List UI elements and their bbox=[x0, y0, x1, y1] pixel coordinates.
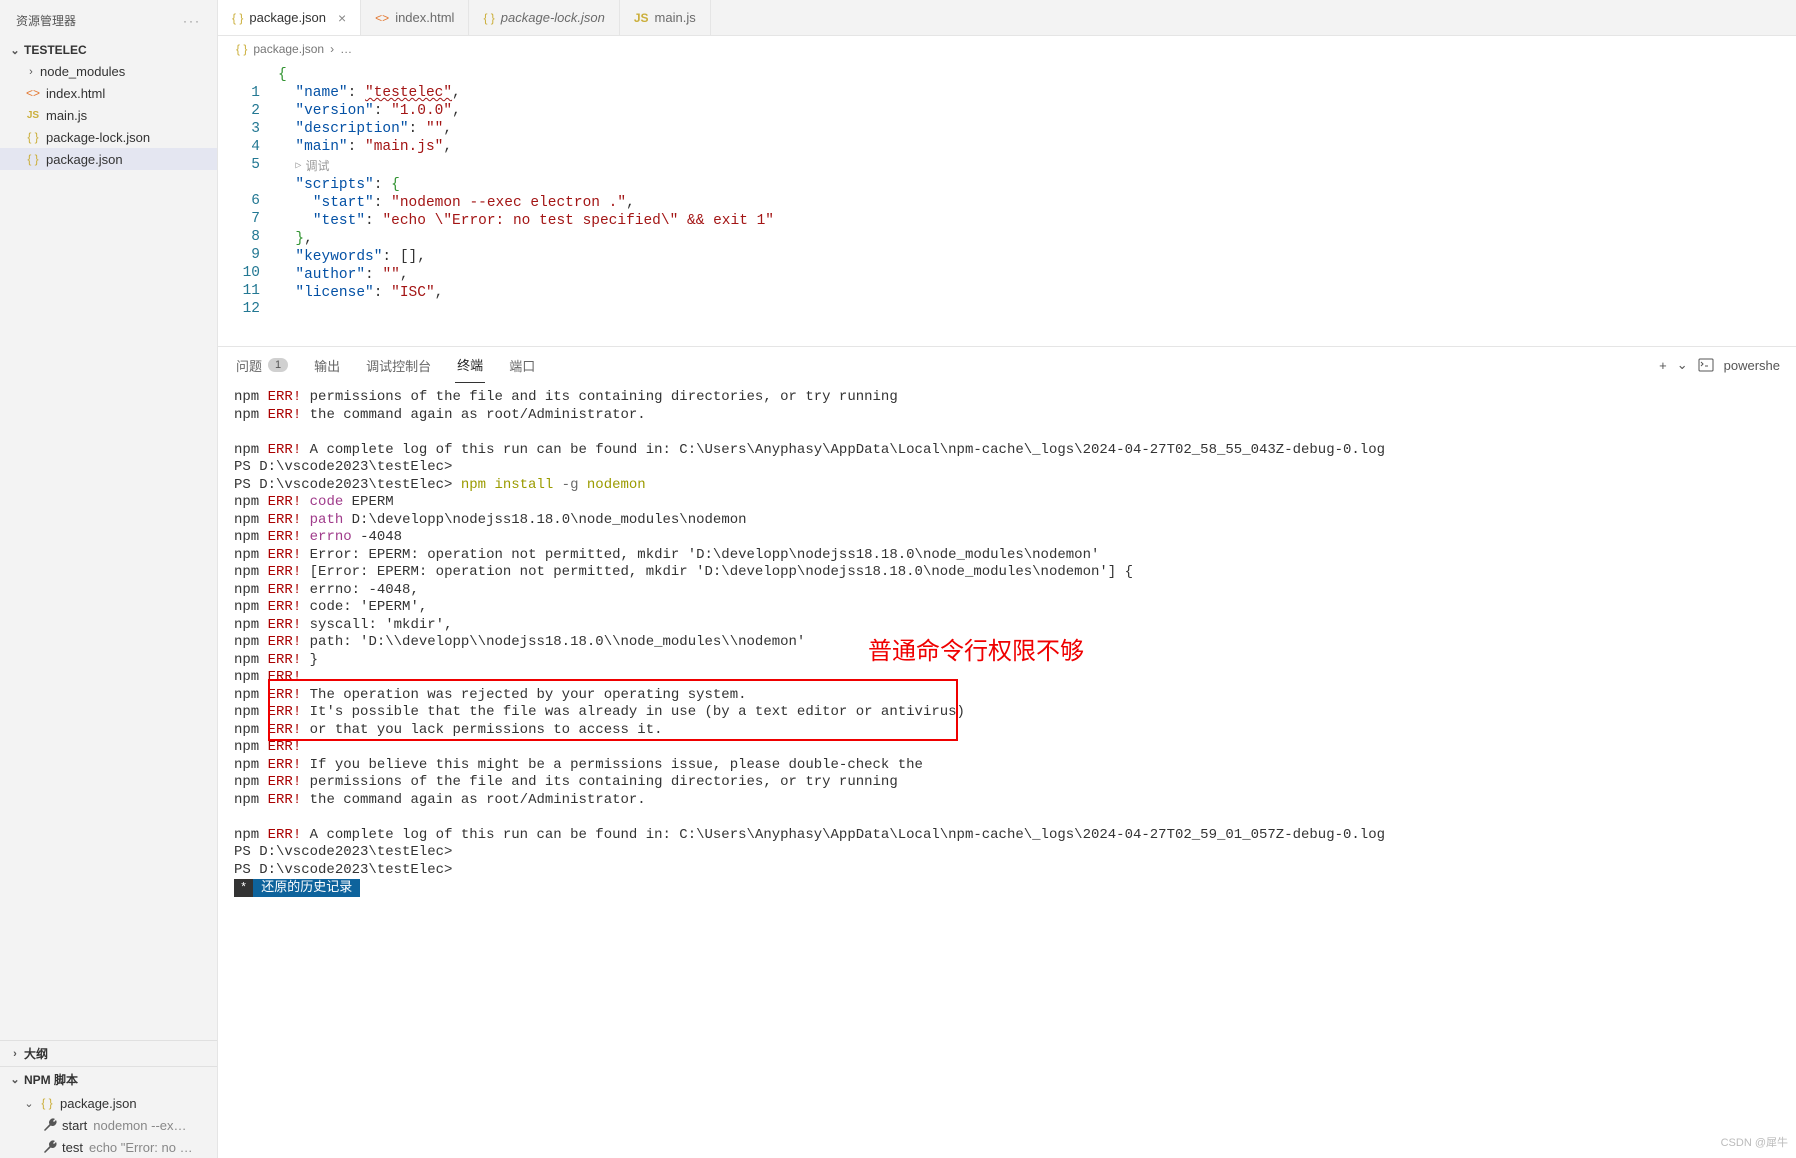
script-name: test bbox=[62, 1140, 83, 1155]
npm-scripts-tree: ⌄ { } package.json start nodemon --ex… t… bbox=[0, 1092, 217, 1158]
json-icon: { } bbox=[24, 151, 42, 167]
file-main-js[interactable]: JS main.js bbox=[0, 104, 217, 126]
chevron-right-icon: › bbox=[8, 1048, 22, 1060]
tab-package-lock[interactable]: { } package-lock.json bbox=[469, 0, 619, 35]
file-package-lock[interactable]: { } package-lock.json bbox=[0, 126, 217, 148]
breadcrumb[interactable]: { } package.json › … bbox=[218, 36, 1796, 62]
npm-scripts-section[interactable]: ⌄ NPM 脚本 bbox=[0, 1066, 217, 1092]
chevron-down-icon: ⌄ bbox=[22, 1097, 36, 1110]
code-editor[interactable]: 1 2 3 4 5 6 7 8 9 10 11 12 { "name": "te… bbox=[218, 62, 1796, 346]
code-body[interactable]: { "name": "testelec", "version": "1.0.0"… bbox=[278, 66, 1796, 336]
file-package-json[interactable]: { } package.json bbox=[0, 148, 217, 170]
file-label: index.html bbox=[46, 86, 105, 101]
restore-history-badge[interactable]: *还原的历史记录 bbox=[234, 879, 360, 897]
npm-script-start[interactable]: start nodemon --ex… bbox=[0, 1114, 217, 1136]
json-icon: { } bbox=[236, 42, 247, 56]
file-tree: › node_modules <> index.html JS main.js … bbox=[0, 61, 217, 170]
terminal-toolbar: + ⌄ powershe bbox=[1659, 357, 1780, 373]
file-label: node_modules bbox=[40, 64, 125, 79]
codelens-debug[interactable]: ▷调试 bbox=[295, 158, 329, 176]
terminal-icon[interactable] bbox=[1698, 357, 1714, 373]
script-name: start bbox=[62, 1118, 87, 1133]
annotation-text: 普通命令行权限不够 bbox=[868, 643, 1084, 661]
wrench-icon bbox=[42, 1117, 58, 1133]
file-label: main.js bbox=[46, 108, 87, 123]
tab-label: package.json bbox=[249, 10, 326, 25]
explorer-header: 资源管理器 ··· bbox=[0, 0, 217, 39]
new-terminal-icon[interactable]: + bbox=[1659, 358, 1667, 373]
project-title-row[interactable]: ⌄ TESTELEC bbox=[0, 39, 217, 61]
html-icon: <> bbox=[24, 85, 42, 101]
json-icon: { } bbox=[24, 129, 42, 145]
play-icon: ▷ bbox=[295, 158, 301, 176]
chevron-down-icon: ⌄ bbox=[8, 44, 22, 57]
line-gutter: 1 2 3 4 5 6 7 8 9 10 11 12 bbox=[218, 66, 278, 336]
watermark: CSDN @犀牛 bbox=[1721, 1135, 1788, 1153]
json-icon: { } bbox=[483, 11, 494, 25]
explorer-label: 资源管理器 bbox=[16, 12, 76, 29]
wrench-icon bbox=[42, 1139, 58, 1155]
problems-badge: 1 bbox=[268, 358, 288, 372]
panel-tab-debug[interactable]: 调试控制台 bbox=[364, 347, 433, 383]
bottom-panel: 问题 1 输出 调试控制台 终端 端口 + ⌄ powershe npm ERR… bbox=[218, 346, 1796, 1158]
main: { } package.json × <> index.html { } pac… bbox=[218, 0, 1796, 1158]
js-icon: JS bbox=[634, 11, 649, 25]
npm-script-test[interactable]: test echo "Error: no … bbox=[0, 1136, 217, 1158]
editor-tabs: { } package.json × <> index.html { } pac… bbox=[218, 0, 1796, 36]
panel-tab-terminal[interactable]: 终端 bbox=[455, 347, 485, 383]
file-index-html[interactable]: <> index.html bbox=[0, 82, 217, 104]
panel-tab-ports[interactable]: 端口 bbox=[507, 347, 537, 383]
tab-index-html[interactable]: <> index.html bbox=[361, 0, 469, 35]
breadcrumb-file: package.json bbox=[253, 42, 324, 56]
tab-main-js[interactable]: JS main.js bbox=[620, 0, 711, 35]
json-icon: { } bbox=[232, 11, 243, 25]
annotation-box bbox=[268, 679, 958, 741]
panel-tabs: 问题 1 输出 调试控制台 终端 端口 + ⌄ powershe bbox=[218, 347, 1796, 383]
npm-package-row[interactable]: ⌄ { } package.json bbox=[0, 1092, 217, 1114]
panel-tab-output[interactable]: 输出 bbox=[312, 347, 342, 383]
breadcrumb-more: … bbox=[340, 42, 352, 56]
tab-label: main.js bbox=[655, 10, 696, 25]
close-icon[interactable]: × bbox=[338, 10, 346, 26]
breadcrumb-sep: › bbox=[330, 42, 334, 56]
json-icon: { } bbox=[38, 1095, 56, 1111]
tab-label: package-lock.json bbox=[501, 10, 605, 25]
sidebar: 资源管理器 ··· ⌄ TESTELEC › node_modules <> i… bbox=[0, 0, 218, 1158]
shell-name[interactable]: powershe bbox=[1724, 358, 1780, 373]
html-icon: <> bbox=[375, 11, 389, 25]
terminal-output[interactable]: npm ERR! permissions of the file and its… bbox=[218, 383, 1796, 1158]
chevron-down-icon: ⌄ bbox=[8, 1073, 22, 1086]
outline-label: 大纲 bbox=[24, 1045, 48, 1062]
project-name: TESTELEC bbox=[24, 43, 87, 57]
file-label: package-lock.json bbox=[46, 130, 150, 145]
outline-section[interactable]: › 大纲 bbox=[0, 1040, 217, 1066]
npm-pkg-name: package.json bbox=[60, 1096, 137, 1111]
file-label: package.json bbox=[46, 152, 123, 167]
npm-label: NPM 脚本 bbox=[24, 1071, 78, 1088]
tab-label: index.html bbox=[395, 10, 454, 25]
chevron-right-icon: › bbox=[24, 66, 38, 78]
tab-package-json[interactable]: { } package.json × bbox=[218, 0, 361, 35]
file-node-modules[interactable]: › node_modules bbox=[0, 61, 217, 82]
script-cmd: nodemon --ex… bbox=[93, 1118, 186, 1133]
chevron-down-icon[interactable]: ⌄ bbox=[1677, 357, 1688, 373]
js-icon: JS bbox=[24, 107, 42, 123]
more-icon[interactable]: ··· bbox=[183, 14, 201, 28]
script-cmd: echo "Error: no … bbox=[89, 1140, 193, 1155]
panel-tab-problems[interactable]: 问题 1 bbox=[234, 347, 290, 383]
